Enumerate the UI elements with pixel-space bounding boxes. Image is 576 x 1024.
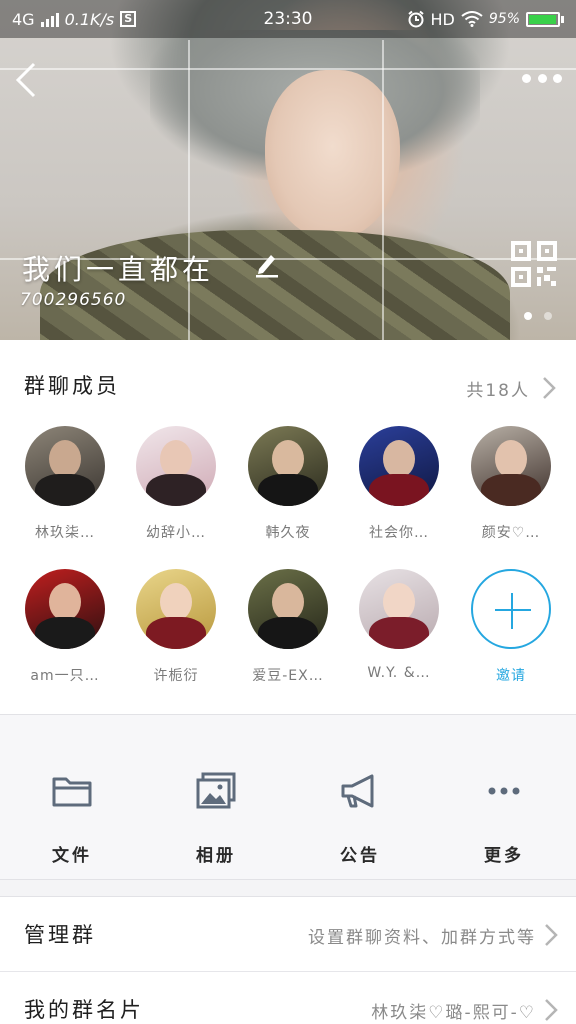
member-avatar [136,426,216,506]
member-item[interactable]: am一只… [9,569,121,685]
group-settings-list: 管理群 设置群聊资料、加群方式等 我的群名片 林玖柒♡璐-熙可-♡ [0,896,576,1024]
battery-percent: 95% [488,11,520,27]
more-options-icon[interactable] [522,66,562,90]
group-tools-bar: 文件 相册 公告 更多 [0,714,576,880]
member-name: W.Y. &… [367,665,431,681]
qr-code-icon[interactable] [510,240,558,288]
tool-announcement-button[interactable]: 公告 [288,715,432,881]
member-name: 韩久夜 [265,525,311,541]
s-badge-icon: S [120,11,137,27]
status-bar: 4G 0.1K/s S 23:30 HD 95% [0,0,576,38]
status-right: HD 95% [407,10,564,29]
member-name: 爱豆-EX… [252,668,324,684]
carousel-dot[interactable] [544,312,552,320]
alarm-icon [407,10,424,28]
member-name: 社会你… [369,525,429,541]
battery-level [529,14,556,24]
chevron-right-icon [545,999,558,1021]
member-name: 林玖柒… [35,525,95,541]
tool-label: 公告 [340,846,380,866]
member-avatar [136,569,216,649]
wifi-icon [461,11,483,27]
member-item[interactable]: 社会你… [343,426,455,542]
member-avatar [359,569,439,649]
member-avatar [25,569,105,649]
row-title: 我的群名片 [24,998,144,1022]
member-item[interactable]: 幼辞小… [120,426,232,542]
folder-icon [52,777,92,807]
members-title: 群聊成员 [24,374,120,398]
member-item[interactable]: 颜安♡… [455,426,567,542]
status-left: 4G 0.1K/s S [12,9,137,29]
member-name: 幼辞小… [146,525,206,541]
members-count: 共18人 [466,381,530,401]
network-type: 4G [12,9,35,29]
group-id: 700296560 [20,290,127,310]
manage-group-row[interactable]: 管理群 设置群聊资料、加群方式等 [0,897,576,970]
network-speed: 0.1K/s [64,9,115,29]
members-header[interactable]: 群聊成员 共18人 [0,340,576,430]
row-title: 管理群 [24,923,96,947]
tool-files-button[interactable]: 文件 [0,715,144,881]
chevron-right-icon [543,377,556,399]
hd-indicator: HD [430,9,455,29]
tool-label: 更多 [484,846,524,866]
album-icon [196,772,236,809]
battery-icon [526,11,564,27]
member-name: 颜安♡… [481,525,541,541]
cover-grid-line [382,40,384,340]
chevron-right-icon [545,924,558,946]
member-avatar [248,569,328,649]
cover-grid-line [188,40,190,340]
add-plus-icon [471,569,551,649]
member-item[interactable]: 爱豆-EX… [232,569,344,685]
cover-face-shape [265,70,400,240]
member-avatar [471,426,551,506]
more-dots-icon [488,787,520,795]
edit-pencil-icon[interactable] [254,250,280,278]
group-cover-photo[interactable]: 4G 0.1K/s S 23:30 HD 95% 我们一直都在 70029656… [0,0,576,340]
megaphone-icon [341,774,374,808]
member-item[interactable]: W.Y. &… [343,569,455,681]
row-value: 设置群聊资料、加群方式等 [308,928,536,948]
tool-label: 相册 [196,846,236,866]
member-name: 许栀衍 [153,668,199,684]
back-arrow-icon[interactable] [10,58,44,102]
member-name: am一只… [30,668,100,684]
tool-more-button[interactable]: 更多 [432,715,576,881]
member-item[interactable]: 许栀衍 [120,569,232,685]
invite-member-button[interactable]: 邀请 [455,569,567,685]
member-item[interactable]: 韩久夜 [232,426,344,542]
my-group-card-row[interactable]: 我的群名片 林玖柒♡璐-熙可-♡ [0,971,576,1024]
carousel-indicator [524,312,552,320]
member-avatar [25,426,105,506]
member-avatar [248,426,328,506]
group-name: 我们一直都在 [22,253,215,286]
tool-label: 文件 [52,846,92,866]
member-avatar [359,426,439,506]
member-item[interactable]: 林玖柒… [9,426,121,542]
row-value: 林玖柒♡璐-熙可-♡ [371,1003,536,1023]
carousel-dot[interactable] [524,312,532,320]
invite-label: 邀请 [496,668,526,684]
tool-album-button[interactable]: 相册 [144,715,288,881]
members-section: 群聊成员 共18人 林玖柒… 幼辞小… 韩久夜 社会你… 颜安♡… am一只… … [0,340,576,714]
signal-icon [40,11,59,27]
cover-grid-line [0,68,576,70]
